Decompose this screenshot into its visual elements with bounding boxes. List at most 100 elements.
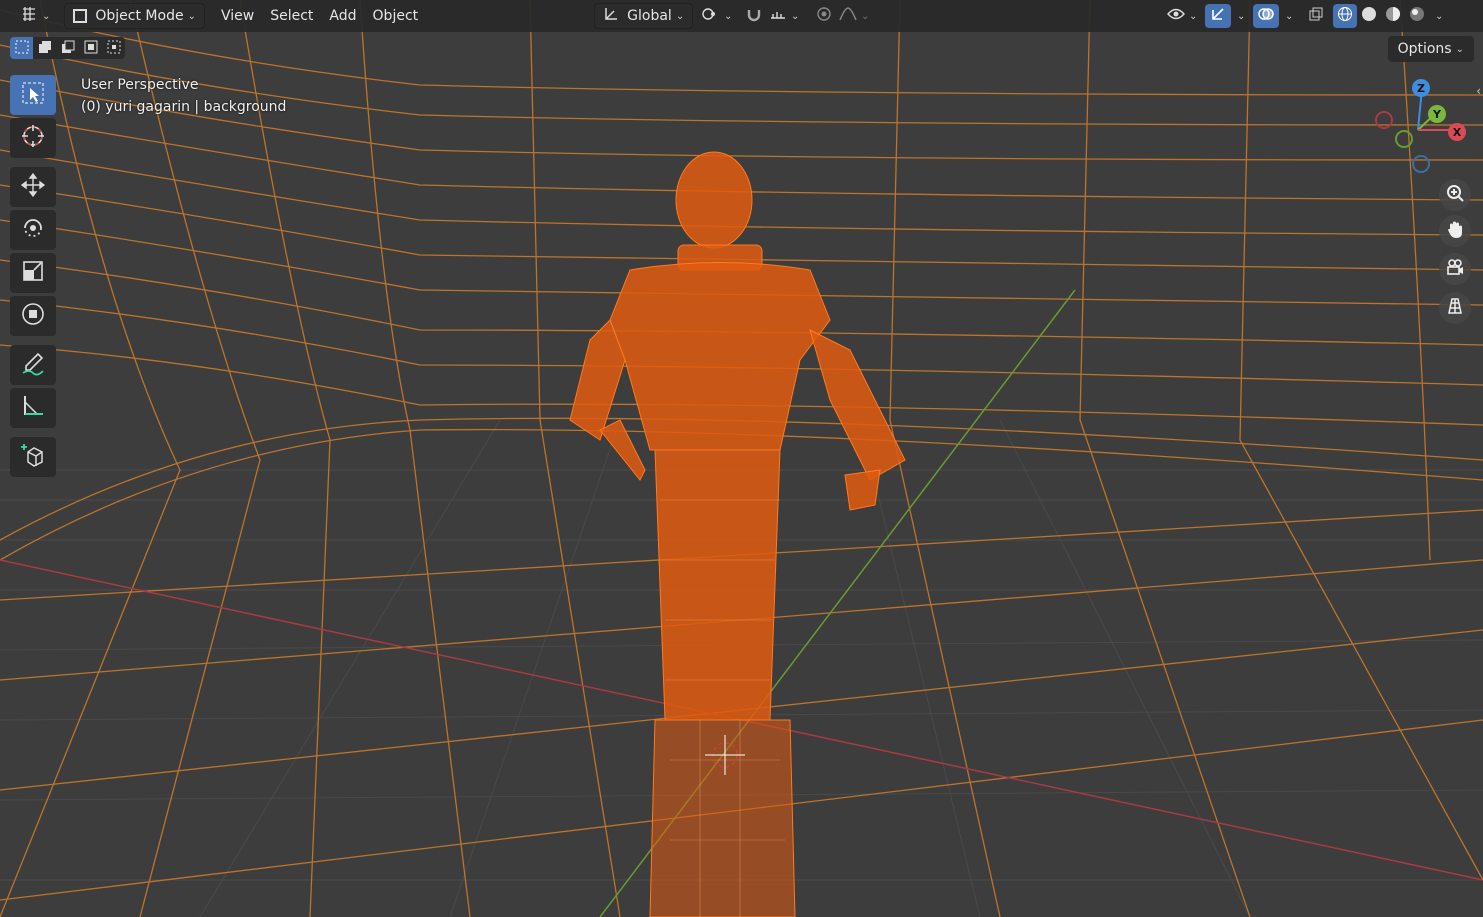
pan-button[interactable] [1439,215,1471,247]
perspective-label: User Perspective [81,77,199,93]
pan-hand-icon [1445,219,1465,243]
select-invert-button[interactable] [79,37,102,59]
snap-target-button[interactable]: ⌄ [767,4,801,28]
pencil-icon [20,350,46,380]
wireframe-sphere-icon [1337,6,1353,26]
mode-dropdown[interactable]: Object Mode ⌄ [64,3,205,29]
crosshair-cursor-icon [20,123,46,153]
eye-icon [1167,7,1185,25]
chevron-down-icon: ⌄ [42,10,51,22]
overlays-toggle[interactable] [1253,4,1280,28]
add-cube-tool[interactable] [10,437,56,477]
falloff-curve-icon [839,6,857,26]
xray-toggle[interactable] [1303,4,1329,28]
magnet-icon [746,6,762,26]
cursor-tool[interactable] [10,118,56,158]
gizmo-y-axis[interactable]: Y [1428,105,1446,123]
select-invert-icon [84,39,98,58]
orientation-dropdown[interactable]: Global ⌄ [594,3,694,29]
editor-type-button[interactable]: ⌄ [12,4,58,28]
scale-tool[interactable] [10,253,56,293]
ortho-grid-icon [1445,296,1465,320]
select-subtract-button[interactable] [56,37,79,59]
shading-wireframe-button[interactable] [1333,4,1358,28]
shading-solid-button[interactable] [1357,4,1381,28]
scale-icon [20,258,46,288]
selection-mode-group [10,37,125,59]
grid-editor-icon [20,6,38,26]
pivot-point-button[interactable]: ⌄ [699,4,733,28]
chevron-down-icon: ⌄ [187,10,196,22]
gizmo-neg-x-axis[interactable] [1375,111,1393,129]
add-cube-icon [20,442,46,472]
gizmo-neg-y-axis[interactable] [1395,130,1413,148]
chevron-down-icon: ⌄ [1237,10,1246,22]
overlays-dropdown[interactable]: ⌄ [1279,4,1295,28]
chevron-down-icon: ⌄ [1435,10,1444,22]
rotate-icon [20,215,46,245]
gizmo-dropdown[interactable]: ⌄ [1231,4,1247,28]
menu-view[interactable]: View [213,4,262,28]
select-subtract-icon [61,39,75,58]
select-new-button[interactable] [10,37,33,59]
rendered-sphere-icon [1409,6,1425,26]
annotate-tool[interactable] [10,345,56,385]
tool-shelf [10,75,60,480]
shading-dropdown[interactable]: ⌄ [1429,4,1445,28]
shading-rendered-button[interactable] [1405,4,1429,28]
options-dropdown[interactable]: Options ⌄ [1387,36,1474,62]
3d-viewport[interactable] [0,0,1483,917]
move-arrows-icon [20,172,46,202]
gizmo-toggle[interactable] [1205,4,1232,28]
gizmo-z-axis[interactable]: Z [1412,79,1430,97]
material-sphere-icon [1385,6,1401,26]
orientation-label: Global [627,8,672,24]
select-intersect-icon [107,39,121,58]
mode-label: Object Mode [95,8,184,24]
rotate-tool[interactable] [10,210,56,250]
gizmo-neg-z-axis[interactable] [1412,155,1430,173]
transform-tool[interactable] [10,296,56,336]
camera-view-button[interactable] [1439,253,1471,285]
move-tool[interactable] [10,167,56,207]
snap-increment-icon [769,6,787,26]
overlays-icon [1257,6,1275,26]
zoom-icon [1445,183,1465,207]
chevron-down-icon: ⌄ [675,10,685,22]
viewport-info-overlay: User Perspective (0) yuri gagarin | back… [81,74,286,118]
select-extend-icon [38,39,52,58]
gizmo-x-axis[interactable]: X [1448,123,1466,141]
select-new-icon [15,39,29,58]
gizmo-icon [1210,6,1226,26]
xray-icon [1308,6,1324,26]
select-intersect-button[interactable] [102,37,125,59]
camera-icon [1445,257,1465,281]
select-box-tool[interactable] [10,75,56,115]
menu-object[interactable]: Object [365,4,427,28]
ortho-toggle-button[interactable] [1439,292,1471,324]
zoom-button[interactable] [1439,179,1471,211]
viewport-header: ⌄ Object Mode ⌄ View Select Add Object G… [0,0,1483,32]
proportional-editing-toggle[interactable] [811,4,837,28]
cursor-arrow-icon [21,81,45,109]
proportional-edit-icon [816,6,832,26]
menu-select[interactable]: Select [262,4,321,28]
solid-sphere-icon [1361,6,1377,26]
object-mode-icon [73,9,88,23]
select-extend-button[interactable] [33,37,56,59]
sidebar-toggle-icon[interactable]: ‹ [1476,84,1481,98]
visibility-dropdown[interactable]: ⌄ [1165,4,1199,28]
ruler-icon [20,393,46,423]
active-object-label: (0) yuri gagarin | background [81,99,287,115]
chevron-down-icon: ⌄ [1285,10,1294,22]
shading-material-button[interactable] [1381,4,1405,28]
options-label: Options [1397,41,1452,57]
navigation-gizmo[interactable]: Z Y X [1370,78,1470,178]
transform-icon [20,301,46,331]
snap-toggle[interactable] [741,4,767,28]
chevron-down-icon: ⌄ [1455,43,1464,55]
pivot-icon [700,6,720,26]
menu-add[interactable]: Add [321,4,364,28]
measure-tool[interactable] [10,388,56,428]
proportional-falloff-button[interactable]: ⌄ [837,4,871,28]
